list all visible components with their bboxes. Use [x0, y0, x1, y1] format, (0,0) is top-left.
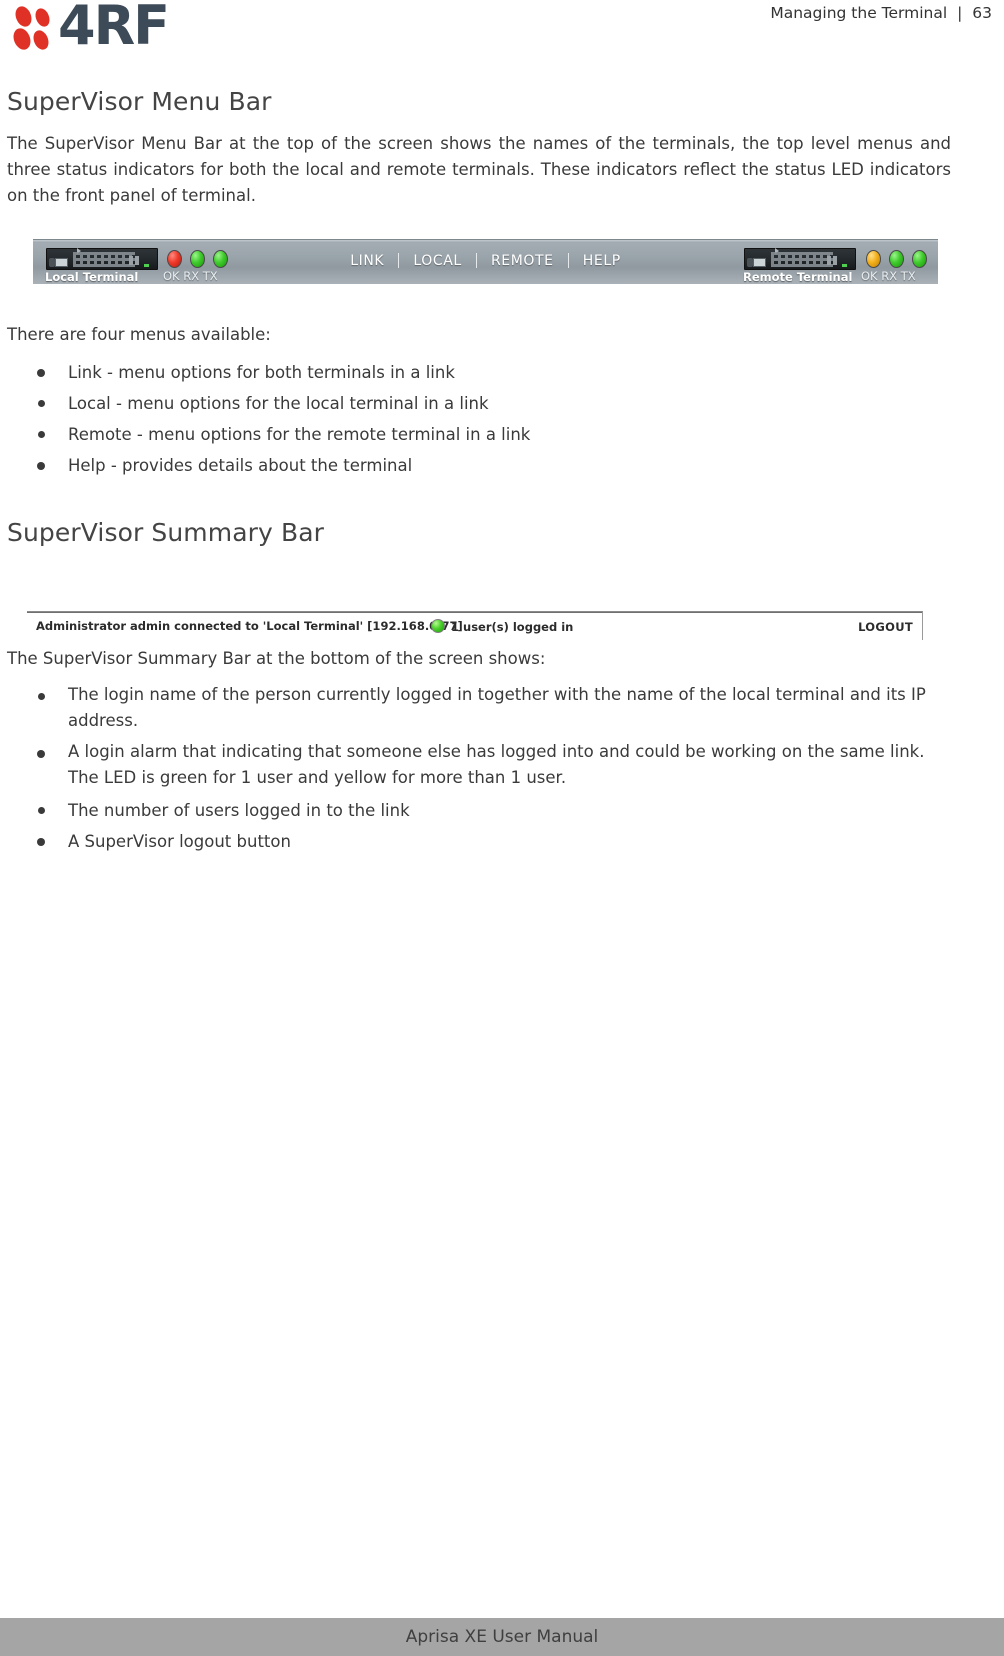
logout-button[interactable]: LOGOUT — [858, 620, 913, 634]
heading-supervisor-menu-bar: SuperVisor Menu Bar — [7, 87, 272, 116]
logo-dots-icon — [10, 3, 60, 53]
bullet-icon — [37, 750, 45, 758]
brand-logo: 4RF — [10, 0, 189, 57]
bullet-icon — [38, 431, 45, 438]
list-item-label: Remote - menu options for the remote ter… — [68, 425, 531, 444]
remote-terminal-label: Remote Terminal — [743, 270, 853, 284]
list-item-label: A login alarm that indicating that someo… — [68, 742, 925, 787]
list-item: The login name of the person currently l… — [0, 681, 960, 738]
list-item: Link - menu options for both terminals i… — [0, 357, 900, 388]
menu-item-help[interactable]: HELP — [574, 253, 630, 269]
heading-supervisor-summary-bar: SuperVisor Summary Bar — [7, 518, 324, 547]
local-terminal-label: Local Terminal — [45, 270, 139, 284]
summary-connection-text: Administrator admin connected to 'Local … — [36, 619, 463, 633]
header-page-number: 63 — [972, 4, 992, 22]
list-item-label: Help - provides details about the termin… — [68, 456, 413, 475]
list-item: Remote - menu options for the remote ter… — [0, 419, 900, 450]
page-footer: Aprisa XE User Manual — [0, 1618, 1004, 1656]
summary-users-logged-in: 1 user(s) logged in — [451, 620, 574, 634]
bullet-icon — [37, 838, 45, 846]
paragraph-menu-bar-description: The SuperVisor Menu Bar at the top of th… — [7, 134, 951, 205]
document-page: 4RF Managing the Terminal | 63 SuperViso… — [0, 0, 1004, 1656]
bullet-icon — [38, 807, 45, 814]
remote-led-labels: OK RX TX — [861, 269, 916, 283]
local-led-labels: OK RX TX — [163, 269, 218, 283]
remote-led-ok-icon — [866, 250, 881, 268]
list-item-label: The number of users logged in to the lin… — [68, 801, 410, 820]
list-item: A login alarm that indicating that someo… — [0, 738, 960, 795]
footer-title: Aprisa XE User Manual — [405, 1627, 599, 1647]
list-item: A SuperVisor logout button — [0, 826, 960, 857]
remote-led-rx-icon — [889, 250, 904, 268]
bullet-icon — [37, 369, 45, 377]
list-item: Help - provides details about the termin… — [0, 450, 900, 481]
login-alarm-led-icon — [431, 619, 445, 633]
menu-item-local[interactable]: LOCAL — [404, 253, 470, 269]
page-header: 4RF Managing the Terminal | 63 — [0, 0, 1004, 60]
intro-summary-bar-shows: The SuperVisor Summary Bar at the bottom… — [7, 649, 546, 668]
logo-wordmark: 4RF — [58, 0, 170, 57]
bullet-icon — [37, 462, 45, 470]
menu-divider — [475, 253, 477, 268]
list-item: The number of users logged in to the lin… — [0, 795, 960, 826]
menu-item-remote[interactable]: REMOTE — [482, 253, 563, 269]
list-item-label: Local - menu options for the local termi… — [68, 394, 489, 413]
menu-list: Link - menu options for both terminals i… — [0, 357, 900, 481]
list-item-label: Link - menu options for both terminals i… — [68, 363, 455, 382]
summary-bar-list: The login name of the person currently l… — [0, 681, 960, 857]
summary-bar-top-rule — [27, 612, 922, 613]
remote-led-tx-icon — [912, 250, 927, 268]
header-separator: | — [957, 4, 963, 22]
list-item-label: The login name of the person currently l… — [68, 685, 926, 730]
list-item: Local - menu options for the local termi… — [0, 388, 900, 419]
menu-divider — [567, 253, 569, 268]
intro-four-menus: There are four menus available: — [7, 325, 271, 344]
menu-divider — [398, 253, 400, 268]
bullet-icon — [38, 693, 45, 700]
remote-terminal-device-thumbnail — [744, 248, 856, 270]
bullet-icon — [38, 400, 45, 407]
screenshot-supervisor-menu-bar: Local Terminal OK RX TX LINK LOCAL REMOT… — [33, 239, 938, 284]
menu-item-link[interactable]: LINK — [341, 253, 393, 269]
screenshot-supervisor-summary-bar: Administrator admin connected to 'Local … — [27, 611, 923, 640]
header-chapter-info: Managing the Terminal | 63 — [770, 4, 992, 22]
header-chapter-title: Managing the Terminal — [770, 4, 948, 22]
list-item-label: A SuperVisor logout button — [68, 832, 291, 851]
